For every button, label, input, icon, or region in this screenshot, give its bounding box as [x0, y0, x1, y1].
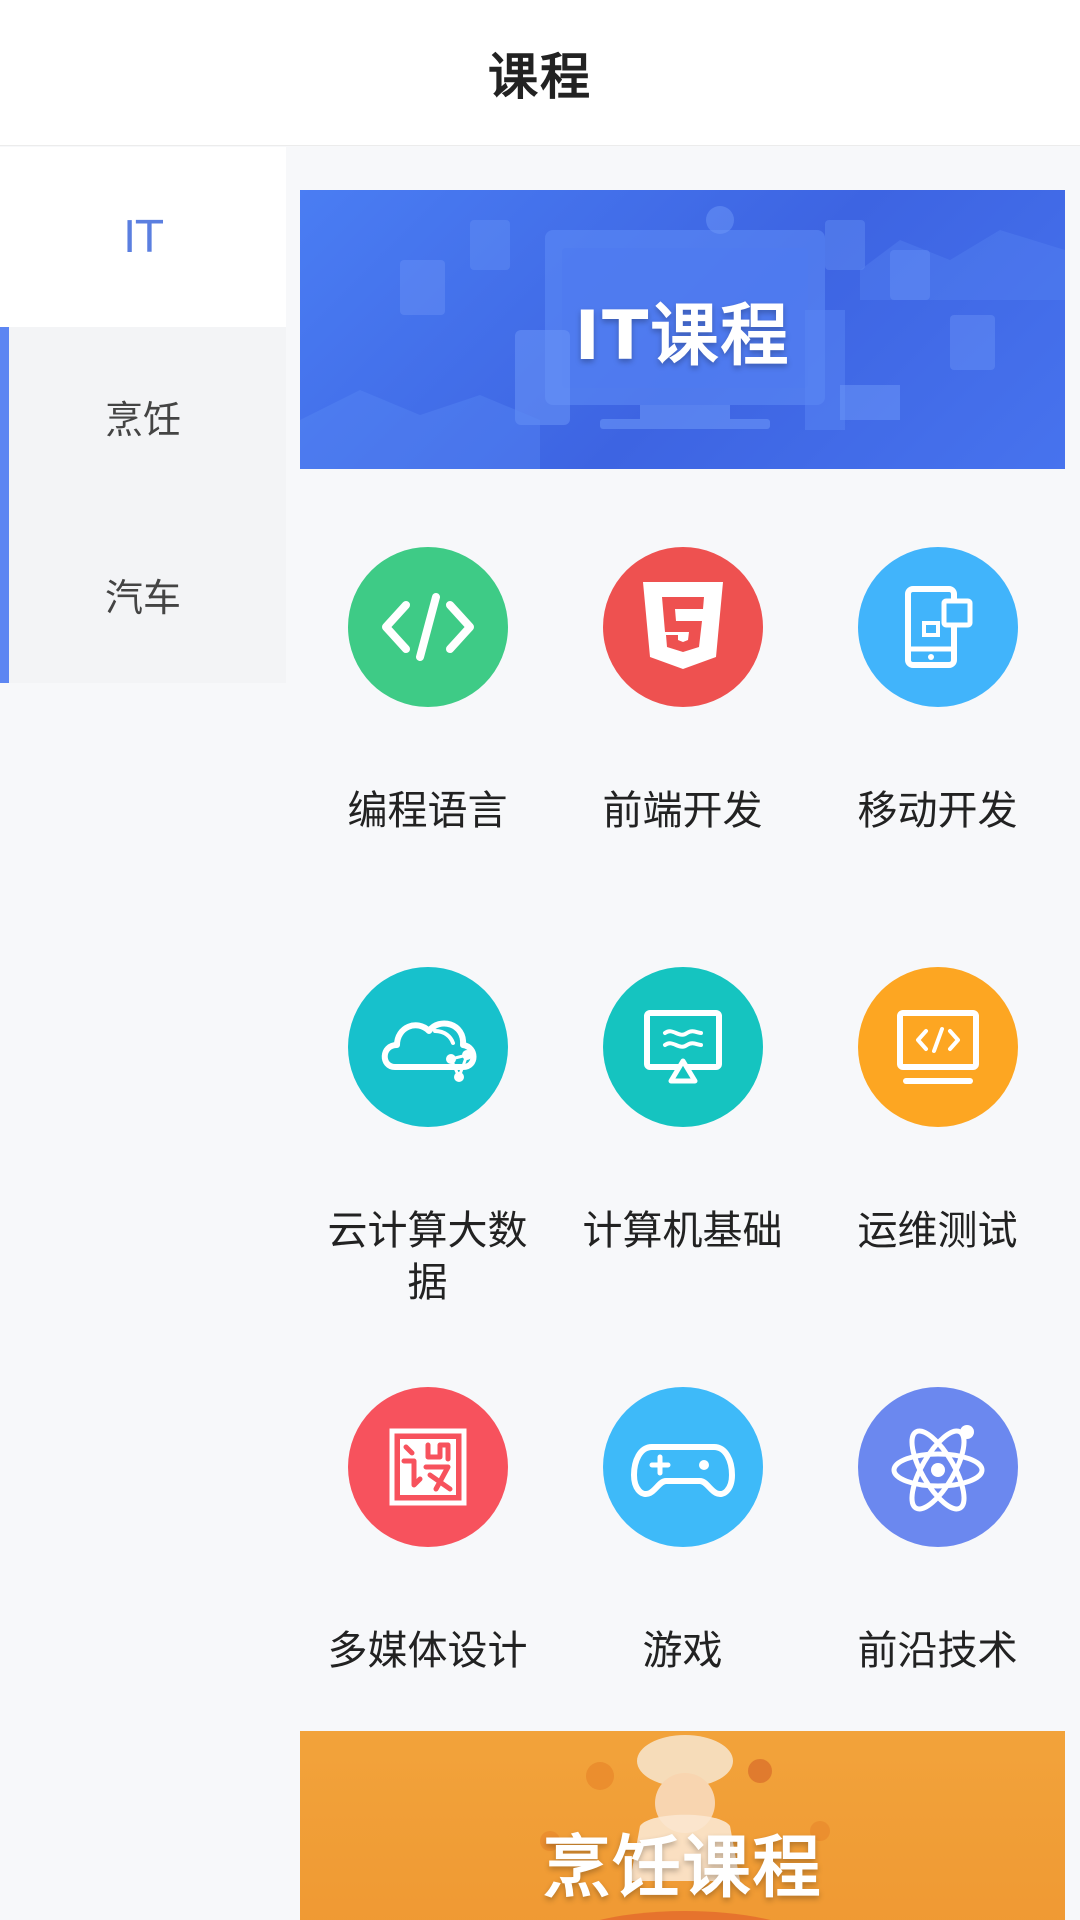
it-course-banner[interactable]: IT课程: [300, 190, 1065, 469]
mobile-icon: [857, 547, 1018, 707]
sidebar-item-cooking[interactable]: 烹饪: [0, 327, 286, 505]
category-label: 计算机基础: [582, 1208, 783, 1254]
category-programming-languages[interactable]: 编程语言: [300, 547, 555, 837]
category-mobile[interactable]: 移动开发: [810, 547, 1065, 837]
subcategory-grid: 编程语言 前端开发 移动开发 云计算大数据 计算机基础 运维测试 多媒体设计 游…: [300, 547, 1065, 1767]
sidebar-item-label: 汽车: [104, 575, 181, 620]
category-label: 云计算大数据: [327, 1208, 528, 1306]
design-icon: [347, 1387, 508, 1547]
cloud-icon: [347, 967, 508, 1127]
page-title: 课程: [488, 47, 592, 106]
category-games[interactable]: 游戏: [555, 1387, 810, 1677]
category-sidebar: IT 烹饪 汽车: [0, 147, 286, 683]
banner-title: IT课程: [574, 297, 791, 376]
html5-icon: [602, 547, 763, 707]
cooking-course-banner[interactable]: 烹饪课程: [300, 1731, 1065, 1920]
sidebar-indicator: [0, 505, 9, 683]
category-cloud-bigdata[interactable]: 云计算大数据: [300, 967, 555, 1309]
banner-title: 烹饪课程: [542, 1828, 823, 1908]
sidebar-item-car[interactable]: 汽车: [0, 505, 286, 683]
atom-icon: [857, 1387, 1018, 1547]
category-multimedia-design[interactable]: 多媒体设计: [300, 1387, 555, 1677]
category-label: 移动开发: [857, 788, 1018, 834]
code-icon: [347, 547, 508, 707]
sidebar-item-label: 烹饪: [104, 397, 181, 442]
category-computer-basics[interactable]: 计算机基础: [555, 967, 810, 1257]
sidebar-item-label: IT: [123, 211, 163, 263]
terminal-icon: [857, 967, 1018, 1127]
category-label: 编程语言: [347, 788, 508, 834]
sidebar-indicator: [0, 327, 9, 505]
category-frontend[interactable]: 前端开发: [555, 547, 810, 837]
category-label: 游戏: [642, 1628, 723, 1674]
category-frontier-tech[interactable]: 前沿技术: [810, 1387, 1065, 1677]
category-ops-testing[interactable]: 运维测试: [810, 967, 1065, 1257]
monitor-icon: [602, 967, 763, 1127]
category-label: 前沿技术: [857, 1628, 1018, 1674]
app-header: 课程: [0, 0, 1080, 146]
category-label: 前端开发: [602, 788, 763, 834]
category-label: 运维测试: [857, 1208, 1018, 1254]
gamepad-icon: [602, 1387, 763, 1547]
category-label: 多媒体设计: [327, 1628, 528, 1674]
sidebar-item-it[interactable]: IT: [0, 147, 286, 327]
